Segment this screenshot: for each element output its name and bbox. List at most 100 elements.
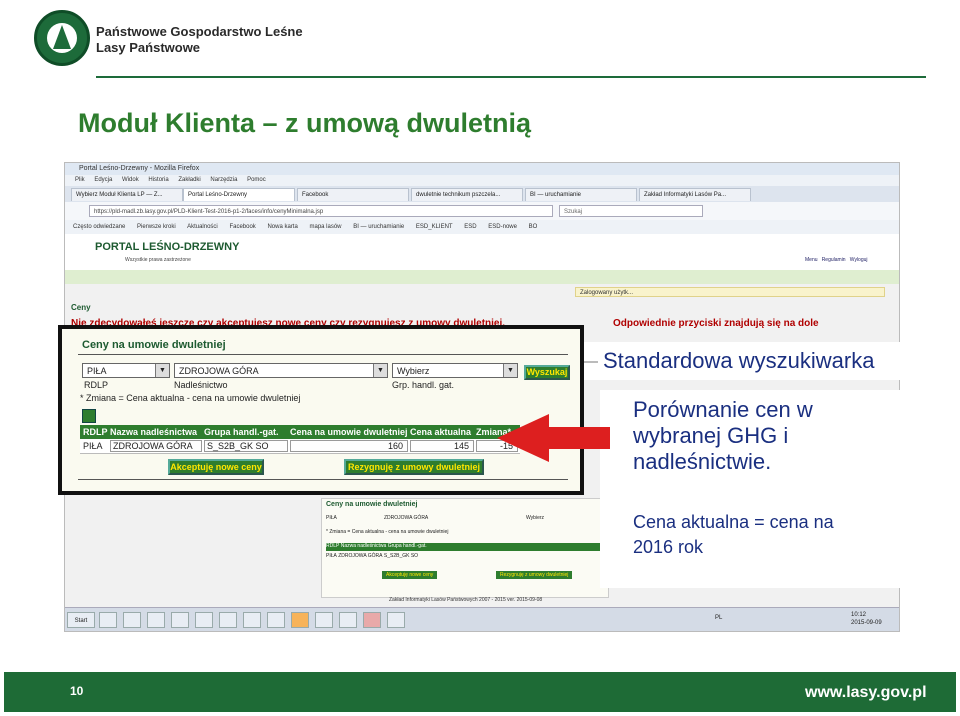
bookmark[interactable]: BI — uruchamianie bbox=[353, 224, 404, 230]
table-cell: S_S2B_GK SO bbox=[204, 440, 288, 452]
warning-message-right: Odpowiednie przyciski znajdują się na do… bbox=[613, 318, 819, 329]
standard-search-annotation: Standardowa wyszukiwarka bbox=[603, 348, 875, 373]
org-name-line1: Państwowe Gospodarstwo Leśne bbox=[96, 24, 303, 39]
zoomed-price-panel: Ceny na umowie dwuletniej PIŁA ▼ ZDROJOWA… bbox=[58, 325, 584, 495]
section-heading: Ceny bbox=[71, 303, 91, 312]
group-select[interactable]: Wybierz ▼ bbox=[392, 363, 518, 378]
table-row-small: PIŁA ZDROJOWA GÓRA S_S2B_GK SO bbox=[326, 553, 418, 559]
browser-tab-active[interactable]: Portal Leśno-Drzewny bbox=[183, 188, 295, 201]
accept-prices-button[interactable]: Akceptuję nowe ceny bbox=[168, 459, 264, 475]
logout-link[interactable]: Wyloguj bbox=[850, 257, 868, 263]
taskbar-app-icon[interactable] bbox=[219, 612, 237, 628]
nadlesnictwo-select[interactable]: ZDROJOWA GÓRA ▼ bbox=[174, 363, 388, 378]
chevron-down-icon[interactable]: ▼ bbox=[503, 364, 517, 377]
original-price-panel: Ceny na umowie dwuletniej PIŁA ZDROJOWA … bbox=[321, 498, 609, 598]
panel-divider-bottom bbox=[78, 479, 568, 480]
table-cell: 145 bbox=[410, 440, 474, 452]
current-price-annotation: Cena aktualna = cena na 2016 rok bbox=[633, 510, 834, 560]
column-header: RDLP bbox=[326, 543, 340, 549]
bookmark[interactable]: ESD-nowe bbox=[488, 224, 517, 230]
menu-item[interactable]: Historia bbox=[148, 177, 168, 183]
footer-url: www.lasy.gov.pl bbox=[805, 684, 927, 701]
rdlp-select-value: PIŁA bbox=[87, 366, 107, 376]
column-header: Cena na umowie dwuletniej bbox=[290, 427, 408, 437]
menu-item[interactable]: Edycja bbox=[94, 177, 112, 183]
browser-tab[interactable]: dwuletnie technikum pszczela... bbox=[411, 188, 523, 201]
table-cell: PIŁA bbox=[83, 441, 103, 451]
pdf-icon[interactable] bbox=[363, 612, 381, 628]
menu-item[interactable]: Widok bbox=[122, 177, 139, 183]
search-input[interactable]: Szukaj bbox=[559, 205, 703, 217]
taskbar-app-icon[interactable] bbox=[339, 612, 357, 628]
table-header-small: RDLP Nazwa nadleśnictwa Grupa handl.-gat… bbox=[326, 543, 604, 551]
bookmark[interactable]: Często odwiedzane bbox=[73, 224, 125, 230]
taskbar-app-icon[interactable] bbox=[123, 612, 141, 628]
taskbar-app-icon[interactable] bbox=[387, 612, 405, 628]
column-header: Nazwa nadleśnictwa bbox=[340, 543, 387, 549]
taskbar-app-icon[interactable] bbox=[195, 612, 213, 628]
bookmark[interactable]: ESD bbox=[464, 224, 476, 230]
select-nadl-small[interactable]: ZDROJOWA GÓRA bbox=[384, 515, 428, 521]
column-header: Grupa handl.-gat. bbox=[387, 543, 427, 549]
browser-tab[interactable]: Facebook bbox=[297, 188, 409, 201]
menu-item[interactable]: Zakładki bbox=[178, 177, 200, 183]
menu-item[interactable]: Plik bbox=[75, 177, 85, 183]
logged-in-info: Zalogowany użytk... bbox=[575, 287, 885, 297]
taskbar-clock[interactable]: 10:12 2015-09-09 bbox=[851, 611, 882, 627]
taskbar-app-icon[interactable] bbox=[147, 612, 165, 628]
taskbar-app-icon[interactable] bbox=[171, 612, 189, 628]
menu-item[interactable]: Narzędzia bbox=[210, 177, 237, 183]
bookmark[interactable]: ESD_KLIENT bbox=[416, 224, 453, 230]
clock-date: 2015-09-09 bbox=[851, 620, 882, 626]
browser-tab[interactable]: Wybierz Moduł Klienta LP — Z... bbox=[71, 188, 183, 201]
bookmarks-bar: Często odwiedzane Pierwsze kroki Aktualn… bbox=[65, 220, 899, 234]
table-cell: 160 bbox=[290, 440, 408, 452]
bookmark[interactable]: BO bbox=[529, 224, 538, 230]
annotation-leader-line bbox=[584, 361, 598, 363]
nadlesnictwo-label: Nadleśnictwo bbox=[174, 380, 228, 390]
comparison-annotation: Porównanie cen w wybranej GHG i nadleśni… bbox=[633, 397, 813, 475]
export-icon[interactable] bbox=[82, 409, 96, 423]
taskbar-app-icon[interactable] bbox=[315, 612, 333, 628]
taskbar-app-icon[interactable] bbox=[243, 612, 261, 628]
chevron-down-icon[interactable]: ▼ bbox=[373, 364, 387, 377]
portal-title: PORTAL LEŚNO-DRZEWNY bbox=[95, 241, 240, 253]
taskbar-app-icon[interactable] bbox=[267, 612, 285, 628]
window-title: Portal Leśno-Drzewny - Mozilla Firefox bbox=[79, 165, 200, 172]
select-group-small[interactable]: Wybierz bbox=[526, 515, 544, 521]
chevron-down-icon[interactable]: ▼ bbox=[155, 364, 169, 377]
bookmark[interactable]: mapa lasów bbox=[310, 224, 342, 230]
clock-time: 10:12 bbox=[851, 612, 867, 618]
menu-link[interactable]: Menu bbox=[805, 257, 818, 263]
select-rdlp-small[interactable]: PIŁA bbox=[326, 515, 337, 521]
regulamin-link[interactable]: Regulamin bbox=[822, 257, 846, 263]
url-field[interactable]: https://pld-madl.zb.lasy.gov.pl/PLD-Klie… bbox=[89, 205, 553, 217]
column-header: Nazwa nadleśnictwa bbox=[110, 427, 198, 437]
column-header: Cena aktualna bbox=[410, 427, 472, 437]
search-button[interactable]: Wyszukaj bbox=[524, 365, 570, 380]
group-select-value: Wybierz bbox=[397, 366, 430, 376]
accept-button-small[interactable]: Akceptuję nowe ceny bbox=[382, 571, 438, 579]
bookmark[interactable]: Facebook bbox=[229, 224, 255, 230]
bookmark[interactable]: Nowa karta bbox=[267, 224, 297, 230]
table-cell: ZDROJOWA GÓRA bbox=[110, 440, 202, 452]
panel-title: Ceny na umowie dwuletniej bbox=[82, 339, 226, 351]
taskbar-app-icon[interactable] bbox=[99, 612, 117, 628]
column-header: Grupa handl.-gat. bbox=[204, 427, 279, 437]
bookmark[interactable]: Aktualności bbox=[187, 224, 218, 230]
portal-links: Menu Regulamin Wyloguj bbox=[805, 257, 868, 263]
browser-tab[interactable]: BI — uruchamianie bbox=[525, 188, 637, 201]
firefox-icon[interactable] bbox=[291, 612, 309, 628]
table-header: RDLP Nazwa nadleśnictwa Grupa handl.-gat… bbox=[80, 425, 520, 439]
resign-button-small[interactable]: Rezygnuję z umowy dwuletniej bbox=[496, 571, 573, 579]
red-arrow-left-icon bbox=[497, 414, 549, 462]
language-indicator[interactable]: PL bbox=[715, 615, 722, 621]
menu-item[interactable]: Pomoc bbox=[247, 177, 266, 183]
start-button[interactable]: Start bbox=[67, 612, 95, 628]
browser-tab[interactable]: Zakład Informatyki Lasów Pa... bbox=[639, 188, 751, 201]
menu-bar: Plik Edycja Widok Historia Zakładki Narz… bbox=[65, 175, 899, 186]
header-divider bbox=[96, 76, 926, 78]
resign-contract-button[interactable]: Rezygnuję z umowy dwuletniej bbox=[344, 459, 484, 475]
rdlp-select[interactable]: PIŁA ▼ bbox=[82, 363, 170, 378]
bookmark[interactable]: Pierwsze kroki bbox=[137, 224, 176, 230]
